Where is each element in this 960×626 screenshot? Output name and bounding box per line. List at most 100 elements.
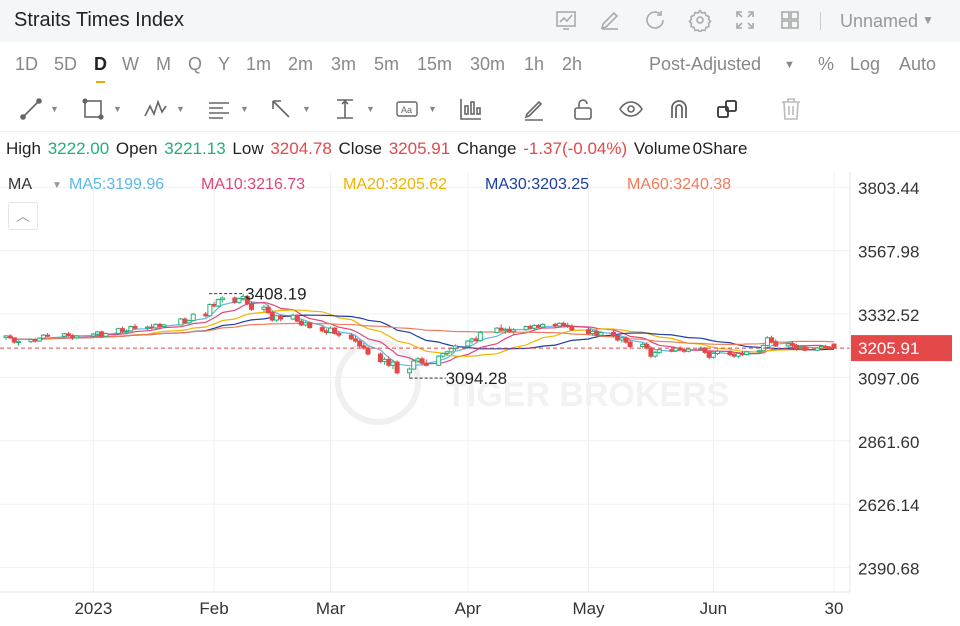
candle bbox=[357, 339, 363, 348]
candle-body bbox=[303, 322, 309, 326]
quote-line: High 3222.00 Open 3221.13 Low 3204.78 Cl… bbox=[6, 139, 749, 159]
chevron-down-icon[interactable]: ▼ bbox=[302, 104, 311, 114]
candle bbox=[423, 359, 429, 367]
annotation-label: 3408.19 bbox=[245, 285, 306, 304]
period-w[interactable]: W bbox=[122, 54, 139, 75]
low-value: 3204.78 bbox=[270, 139, 332, 158]
chevron-down-icon[interactable]: ▼ bbox=[52, 180, 62, 191]
candle-body bbox=[11, 337, 17, 343]
layout-selector[interactable]: Unnamed bbox=[840, 11, 918, 32]
chevron-up-icon[interactable]: ︿ bbox=[16, 208, 30, 224]
price-chart[interactable]: TIGER BROKERS 3205.91 3408.193094.28 380… bbox=[0, 172, 960, 626]
chevron-down-icon[interactable]: ▼ bbox=[922, 13, 934, 27]
edit-icon[interactable] bbox=[598, 8, 622, 32]
text-tool-icon[interactable]: Aa bbox=[394, 96, 420, 122]
chevron-down-icon[interactable]: ▼ bbox=[176, 104, 185, 114]
adjust-select[interactable]: Post-Adjusted bbox=[649, 54, 761, 75]
candle bbox=[273, 314, 279, 322]
candle-body bbox=[328, 327, 334, 333]
candle-body bbox=[203, 313, 209, 317]
candle bbox=[407, 367, 413, 379]
period-m[interactable]: M bbox=[156, 54, 171, 75]
fullscreen-icon[interactable] bbox=[733, 8, 757, 32]
period-1d[interactable]: 1D bbox=[15, 54, 38, 75]
candle-body bbox=[128, 326, 134, 332]
period-5m[interactable]: 5m bbox=[374, 54, 399, 75]
candle-body bbox=[794, 344, 800, 350]
candle-body bbox=[70, 335, 76, 339]
percent-toggle[interactable]: % bbox=[818, 54, 834, 75]
line-tool-icon[interactable] bbox=[18, 96, 44, 122]
log-toggle[interactable]: Log bbox=[850, 54, 880, 75]
chevron-down-icon[interactable]: ▼ bbox=[366, 104, 375, 114]
candle-body bbox=[120, 328, 126, 332]
chevron-down-icon[interactable]: ▼ bbox=[50, 104, 59, 114]
candle-body bbox=[161, 324, 167, 328]
period-2h[interactable]: 2h bbox=[562, 54, 582, 75]
chevron-down-icon[interactable]: ▼ bbox=[428, 104, 437, 114]
pen-icon[interactable] bbox=[521, 96, 547, 122]
candle-body bbox=[232, 297, 238, 303]
candle bbox=[419, 356, 425, 365]
y-tick-label: 2390.68 bbox=[858, 560, 919, 579]
candle-body bbox=[739, 352, 745, 356]
candle-body bbox=[99, 331, 105, 337]
candle-body bbox=[236, 298, 242, 303]
pattern-tool-icon[interactable] bbox=[142, 96, 168, 122]
chart-icon[interactable] bbox=[554, 8, 578, 32]
period-1h[interactable]: 1h bbox=[524, 54, 544, 75]
candle-body bbox=[103, 333, 109, 337]
measure-tool-icon[interactable] bbox=[332, 96, 358, 122]
candle bbox=[540, 323, 546, 329]
chevron-down-icon[interactable]: ▼ bbox=[113, 104, 122, 114]
ma-indicator-label[interactable]: MA bbox=[8, 176, 32, 194]
period-3m[interactable]: 3m bbox=[331, 54, 356, 75]
x-tick-label: Mar bbox=[316, 599, 346, 618]
period-15m[interactable]: 15m bbox=[417, 54, 452, 75]
period-1m[interactable]: 1m bbox=[246, 54, 271, 75]
high-label: High bbox=[6, 139, 41, 158]
candle-body bbox=[473, 338, 479, 342]
eye-icon[interactable] bbox=[618, 96, 644, 122]
x-tick-label: 2023 bbox=[74, 599, 112, 618]
candle-body bbox=[523, 326, 529, 331]
candle bbox=[536, 323, 542, 329]
auto-toggle[interactable]: Auto bbox=[899, 54, 936, 75]
grid-layout-icon[interactable] bbox=[778, 8, 802, 32]
magnet-icon[interactable] bbox=[666, 96, 692, 122]
candle-body bbox=[831, 343, 837, 349]
candle bbox=[36, 337, 42, 342]
arrow-tool-icon[interactable] bbox=[268, 96, 294, 122]
candle-body bbox=[615, 335, 621, 341]
candle-body bbox=[149, 326, 155, 329]
candle-body bbox=[565, 324, 571, 328]
candle bbox=[153, 323, 159, 329]
trash-icon[interactable] bbox=[778, 96, 804, 122]
ma10-value: MA10:3216.73 bbox=[201, 176, 306, 193]
layers-icon[interactable] bbox=[714, 96, 740, 122]
settings-icon[interactable] bbox=[688, 8, 712, 34]
period-2m[interactable]: 2m bbox=[288, 54, 313, 75]
page-title: Straits Times Index bbox=[14, 9, 185, 31]
lock-icon[interactable] bbox=[570, 96, 596, 122]
chevron-down-icon[interactable]: ▼ bbox=[784, 59, 795, 71]
candle-body bbox=[710, 352, 716, 358]
candle-body bbox=[444, 351, 450, 354]
period-5d[interactable]: 5D bbox=[54, 54, 77, 75]
indicator-tool-icon[interactable] bbox=[458, 96, 484, 122]
candle-body bbox=[357, 340, 363, 347]
candle bbox=[269, 310, 275, 322]
fibonacci-tool-icon[interactable] bbox=[206, 96, 232, 122]
candle-body bbox=[186, 320, 192, 324]
close-value: 3205.91 bbox=[388, 139, 451, 158]
refresh-icon[interactable] bbox=[643, 8, 667, 32]
period-d[interactable]: D bbox=[94, 54, 107, 83]
candle bbox=[45, 333, 51, 338]
period-30m[interactable]: 30m bbox=[470, 54, 505, 75]
chevron-down-icon[interactable]: ▼ bbox=[240, 104, 249, 114]
period-q[interactable]: Q bbox=[188, 54, 202, 75]
rectangle-tool-icon[interactable] bbox=[80, 96, 106, 122]
candle-body bbox=[15, 341, 21, 344]
collapse-button[interactable]: ︿ bbox=[8, 202, 38, 230]
period-y[interactable]: Y bbox=[218, 54, 230, 75]
